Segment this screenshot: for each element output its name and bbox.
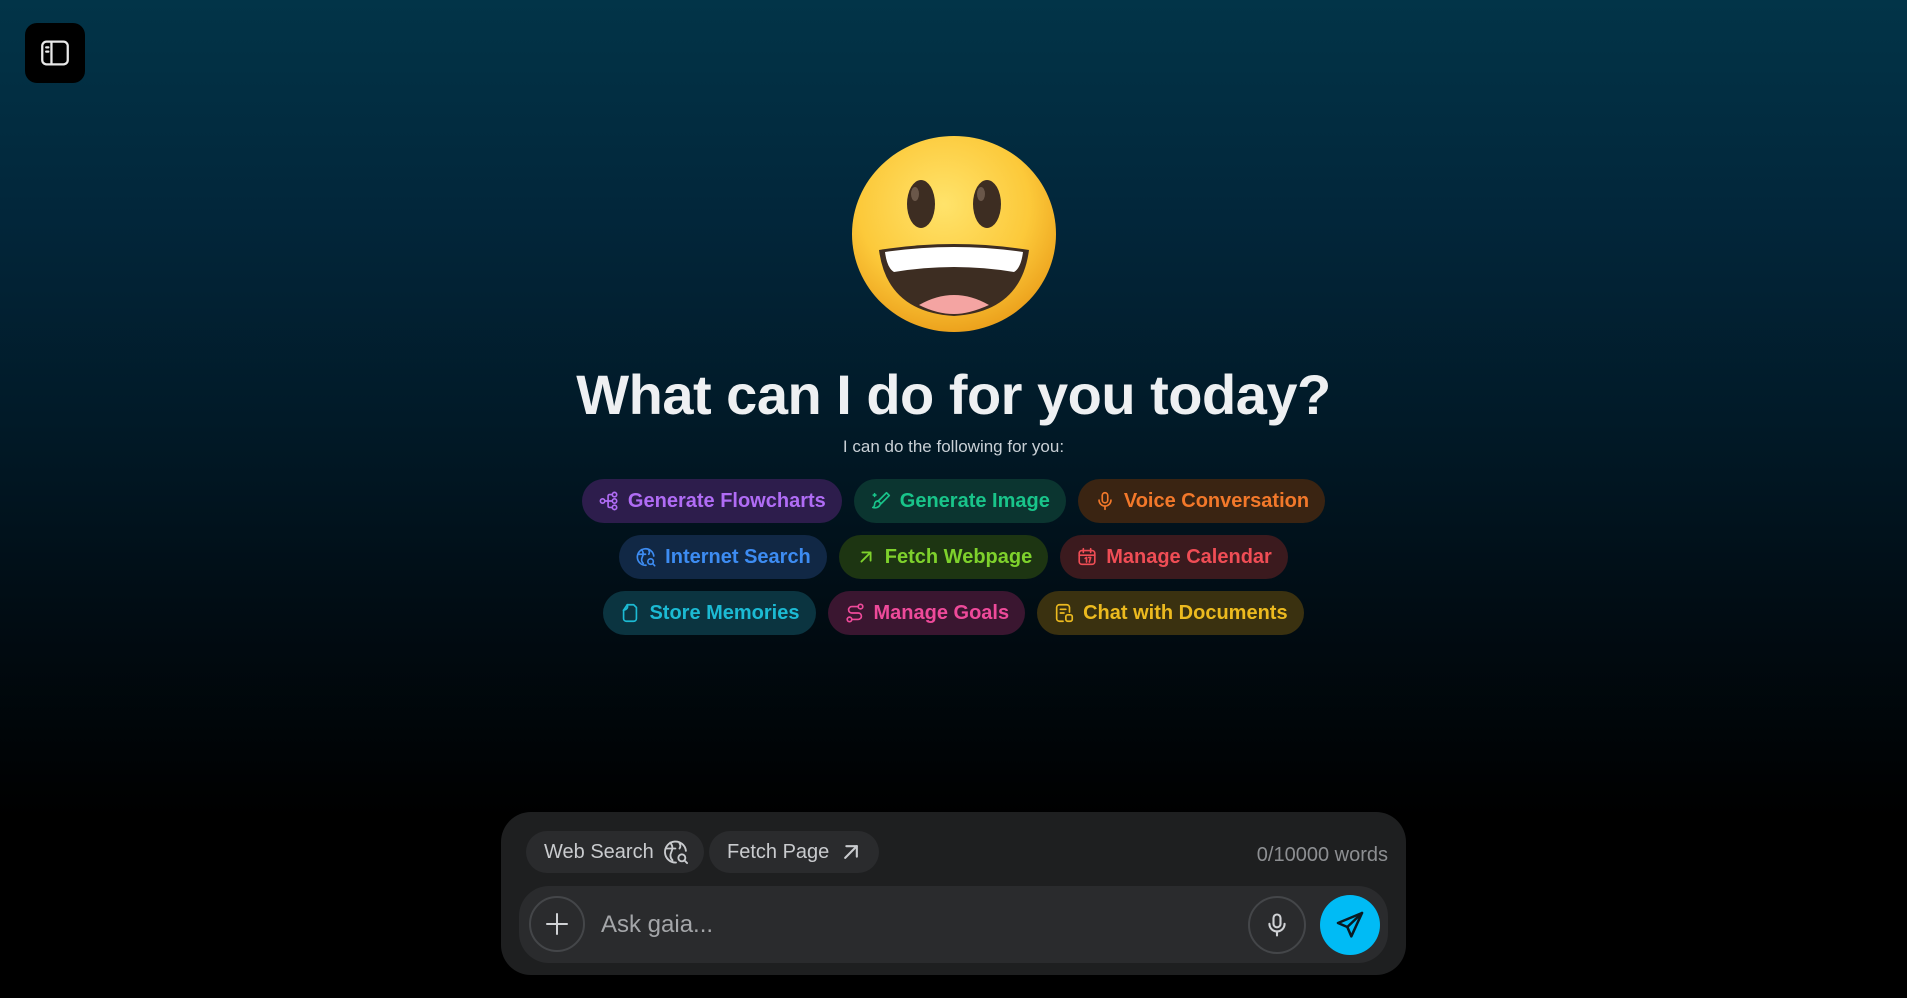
globe-search-icon: [636, 547, 656, 567]
calendar-icon: [1078, 547, 1096, 566]
chip-label: Chat with Documents: [1083, 601, 1288, 624]
microphone-icon: [1268, 913, 1286, 937]
chip-fetch-webpage[interactable]: Fetch Webpage: [838, 535, 1049, 579]
chip-label: Store Memories: [649, 601, 800, 624]
chip-manage-calendar[interactable]: Manage Calendar: [1060, 535, 1288, 579]
input-row: [519, 886, 1388, 963]
page-subtitle: I can do the following for you:: [842, 437, 1065, 456]
add-attachment-button[interactable]: [529, 896, 585, 952]
capability-chips: Generate Flowcharts Generate Image Voice…: [581, 479, 1326, 635]
send-button[interactable]: [1320, 895, 1380, 955]
flowchart-icon: [599, 491, 618, 511]
chip-label: Internet Search: [665, 545, 811, 568]
chip-label: Manage Calendar: [1106, 545, 1272, 568]
word-count: 0/10000 words: [1256, 844, 1388, 866]
chip-row-2: Internet Search Fetch Webpage Manage Cal…: [619, 535, 1288, 579]
arrow-up-right-icon: [844, 845, 859, 859]
chip-generate-image[interactable]: Generate Image: [853, 479, 1066, 523]
web-search-toggle[interactable]: Web Search: [526, 831, 704, 873]
sidebar-panel-icon: [41, 40, 69, 66]
document-icon: [1055, 603, 1074, 623]
chip-voice-conversation[interactable]: Voice Conversation: [1077, 479, 1326, 523]
chip-row-1: Generate Flowcharts Generate Image Voice…: [581, 479, 1326, 523]
fetch-page-toggle[interactable]: Fetch Page: [709, 831, 880, 873]
chip-internet-search[interactable]: Internet Search: [619, 535, 827, 579]
chip-label: Generate Flowcharts: [627, 489, 826, 512]
ask-input[interactable]: [599, 900, 1183, 950]
chip-label: Generate Image: [899, 489, 1050, 512]
chip-label: Fetch Webpage: [884, 545, 1033, 568]
microphone-icon: [1098, 491, 1112, 511]
plus-icon: [546, 913, 568, 935]
chat-composer: Web Search Fetch Page 0/10000 words: [501, 812, 1406, 975]
voice-input-button[interactable]: [1248, 896, 1306, 954]
hero: What can I do for you today? I can do th…: [0, 130, 1907, 635]
web-search-label: Web Search: [544, 840, 654, 863]
send-icon: [1336, 911, 1364, 938]
chip-chat-with-documents[interactable]: Chat with Documents: [1037, 591, 1304, 635]
chip-label: Voice Conversation: [1123, 489, 1310, 512]
memory-icon: [623, 603, 638, 623]
chip-label: Manage Goals: [873, 601, 1010, 624]
globe-search-icon: [663, 840, 688, 865]
sidebar-toggle-button[interactable]: [25, 23, 85, 83]
arrow-up-right-icon: [860, 551, 872, 563]
grinning-face-icon: [851, 136, 1056, 332]
brush-icon: [871, 491, 890, 509]
route-icon: [845, 603, 864, 623]
page-title: What can I do for you today?: [576, 363, 1331, 426]
chip-row-3: Store Memories Manage Goals Chat with Do…: [603, 591, 1304, 635]
chip-manage-goals[interactable]: Manage Goals: [827, 591, 1026, 635]
fetch-page-label: Fetch Page: [727, 840, 830, 863]
chip-store-memories[interactable]: Store Memories: [603, 591, 816, 635]
chip-generate-flowcharts[interactable]: Generate Flowcharts: [581, 479, 842, 523]
